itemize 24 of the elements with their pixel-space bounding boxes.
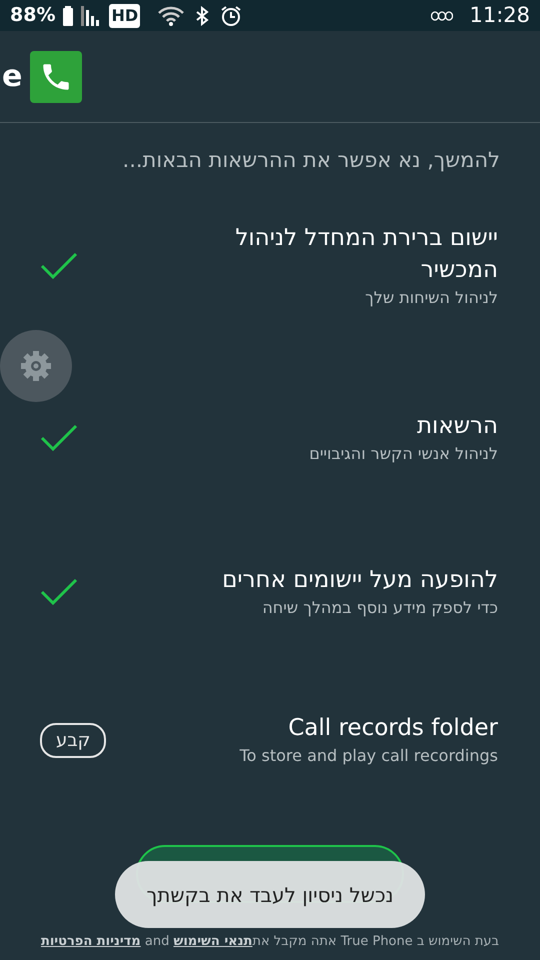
set-button[interactable]: קבע: [40, 722, 106, 758]
signal-icon: [81, 6, 102, 26]
status-icon: [431, 10, 454, 20]
wifi-icon: [158, 6, 184, 26]
phone-logo-icon: [30, 50, 82, 102]
permission-subtitle: כדי לספק מידע נוסף במהלך שיחה: [261, 597, 498, 620]
terms-link[interactable]: תנאי השימוש: [173, 934, 252, 949]
permission-subtitle: לניהול השיחות שלך: [364, 286, 498, 309]
permission-title: להופעה מעל יישומים אחרים: [222, 566, 498, 596]
app-title: e: [2, 58, 22, 96]
privacy-link[interactable]: מדיניות הפרטיות: [40, 934, 141, 949]
intro-text: להמשך, נא אפשר את ההרשאות הבאות...: [122, 147, 501, 174]
clock: 11:28: [469, 2, 530, 29]
error-toast: נכשל ניסיון לעבד את בקשתך: [115, 861, 425, 928]
permission-subtitle: To store and play call recordings: [240, 745, 498, 768]
permission-title: יישום ברירת המחדל לניהול המכשיר: [234, 224, 498, 285]
permission-subtitle: לניהול אנשי הקשר והגיבויים: [309, 443, 498, 466]
permission-title: Call records folder: [287, 714, 498, 744]
network-badge: HD: [109, 4, 140, 28]
battery-icon: [63, 6, 74, 26]
settings-icon: [18, 348, 54, 384]
battery-level: 88%: [10, 3, 56, 28]
permission-title: הרשאות: [416, 412, 498, 441]
alarm-icon: [220, 4, 242, 26]
